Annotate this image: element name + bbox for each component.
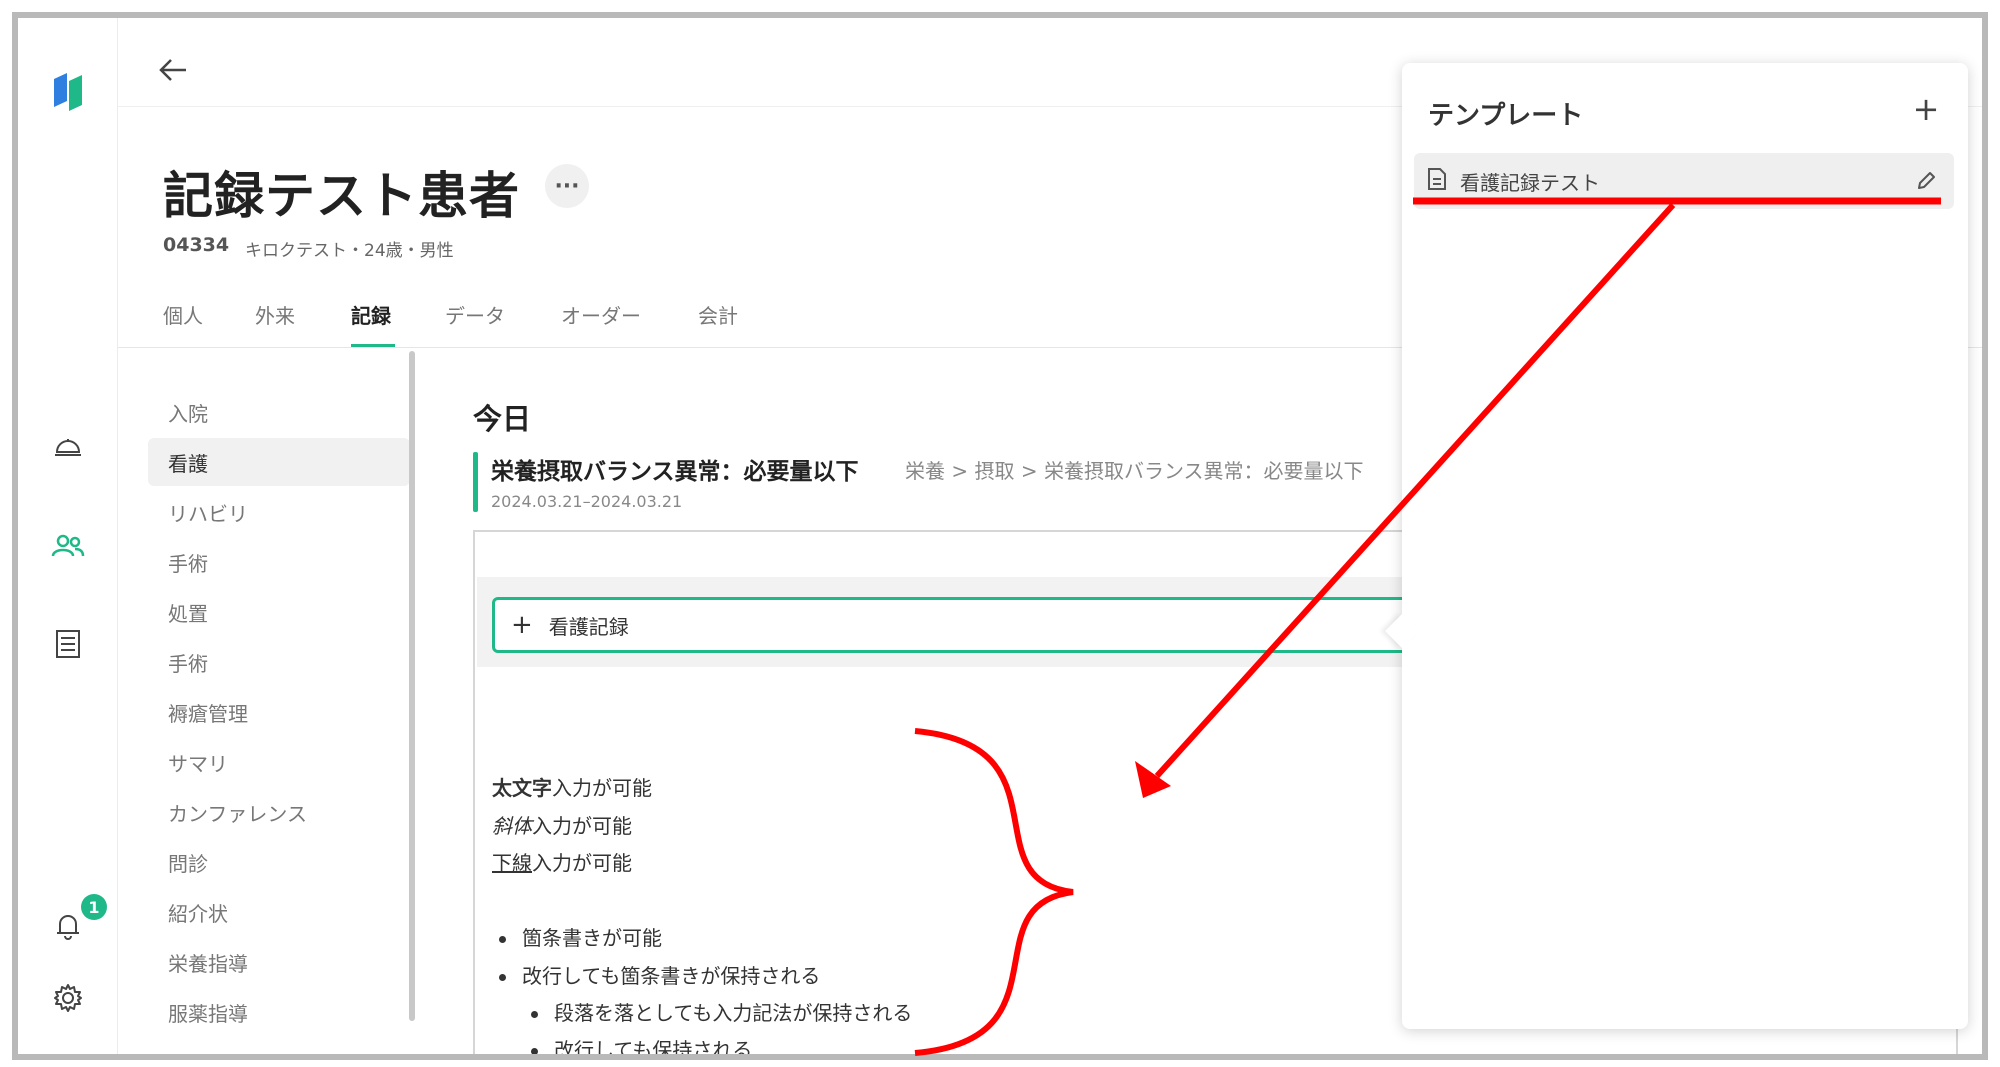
- users-icon[interactable]: [48, 526, 88, 566]
- item-accent-bar: [473, 452, 478, 512]
- left-rail: 1: [18, 18, 118, 1054]
- app-frame: 1 記録テスト患者 ··· 04334 キロクテスト・24歳・男性 個人 外来 …: [12, 12, 1988, 1060]
- document-icon: [1426, 167, 1448, 195]
- logo-icon[interactable]: [48, 73, 88, 113]
- nav-item-treatment[interactable]: 処置: [148, 588, 410, 636]
- template-panel-title: テンプレート: [1428, 101, 1584, 131]
- list-icon[interactable]: [48, 624, 88, 664]
- template-panel: テンプレート + 看護記録テスト: [1385, 63, 1968, 1029]
- list-item-nested[interactable]: 段落を落としても入力記法が保持される: [531, 997, 912, 1026]
- nav-item-summary[interactable]: サマリ: [148, 738, 410, 786]
- bold-word: 太文字: [492, 776, 552, 800]
- nav-item-admission[interactable]: 入院: [148, 388, 410, 436]
- bullet-dot: [531, 1048, 538, 1054]
- gear-icon[interactable]: [48, 978, 88, 1018]
- back-arrow-icon[interactable]: [151, 48, 195, 92]
- list-item-text: 箇条書きが可能: [522, 926, 662, 950]
- item-breadcrumb: 栄養 > 摂取 > 栄養摂取バランス異常：必要量以下: [905, 459, 1364, 483]
- bold-line[interactable]: 太文字入力が可能: [492, 772, 652, 801]
- add-template-button[interactable]: +: [1908, 90, 1944, 128]
- italic-line[interactable]: 斜体入力が可能: [492, 810, 632, 839]
- notification-badge: 1: [81, 894, 107, 920]
- item-title: 栄養摂取バランス異常：必要量以下: [491, 459, 859, 485]
- nav-scrollbar[interactable]: [409, 351, 415, 1021]
- more-options-button[interactable]: ···: [545, 164, 589, 208]
- nav-item-surgery-2[interactable]: 手術: [148, 638, 410, 686]
- tab-billing[interactable]: 会計: [698, 300, 738, 329]
- nav-item-interview[interactable]: 問診: [148, 838, 410, 886]
- nav-item-rehab[interactable]: リハビリ: [148, 488, 410, 536]
- plus-icon: +: [511, 610, 533, 640]
- bullet-dot: [499, 936, 506, 943]
- italic-word: 斜体: [492, 814, 532, 838]
- list-item-text: 改行しても箇条書きが保持される: [522, 964, 821, 988]
- patient-info: キロクテスト・24歳・男性: [245, 241, 454, 261]
- bold-line-rest: 入力が可能: [552, 776, 652, 800]
- patient-name: 記録テスト患者: [163, 167, 520, 225]
- italic-line-rest: 入力が可能: [532, 814, 632, 838]
- item-date-range: 2024.03.21–2024.03.21: [491, 492, 683, 511]
- bullet-dot: [499, 974, 506, 981]
- notification-bell-icon[interactable]: 1: [48, 894, 107, 946]
- tab-outpatient[interactable]: 外来: [255, 300, 295, 329]
- tab-records[interactable]: 記録: [351, 300, 391, 329]
- nav-item-pressure-ulcer[interactable]: 褥瘡管理: [148, 688, 410, 736]
- nav-item-nursing[interactable]: 看護: [148, 438, 410, 486]
- patient-id: 04334: [163, 234, 230, 256]
- tab-orders[interactable]: オーダー: [561, 300, 641, 329]
- service-bell-icon[interactable]: [48, 426, 88, 466]
- tab-data[interactable]: データ: [445, 300, 505, 329]
- nav-item-surgery[interactable]: 手術: [148, 538, 410, 586]
- list-item-text: 改行しても保持される: [554, 1038, 753, 1060]
- underline-line-rest: 入力が可能: [532, 851, 632, 875]
- nav-item-conference[interactable]: カンファレンス: [148, 788, 410, 836]
- nav-item-medication[interactable]: 服薬指導: [148, 988, 410, 1036]
- underline-word: 下線: [492, 851, 532, 875]
- list-item[interactable]: 改行しても箇条書きが保持される: [499, 960, 820, 989]
- pencil-icon[interactable]: [1912, 167, 1940, 195]
- template-item[interactable]: 看護記録テスト: [1414, 153, 1954, 209]
- nav-item-referral[interactable]: 紹介状: [148, 888, 410, 936]
- list-item-nested[interactable]: 改行しても保持される: [531, 1034, 753, 1060]
- add-record-label: 看護記録: [548, 614, 629, 639]
- nav-item-nutrition[interactable]: 栄養指導: [148, 938, 410, 986]
- underline-line[interactable]: 下線入力が可能: [492, 847, 632, 876]
- list-item-text: 段落を落としても入力記法が保持される: [554, 1001, 913, 1025]
- tab-personal[interactable]: 個人: [163, 300, 203, 329]
- list-item[interactable]: 箇条書きが可能: [499, 922, 662, 951]
- template-item-label: 看護記録テスト: [1460, 170, 1600, 195]
- section-title: 今日: [473, 402, 532, 436]
- bullet-dot: [531, 1011, 538, 1018]
